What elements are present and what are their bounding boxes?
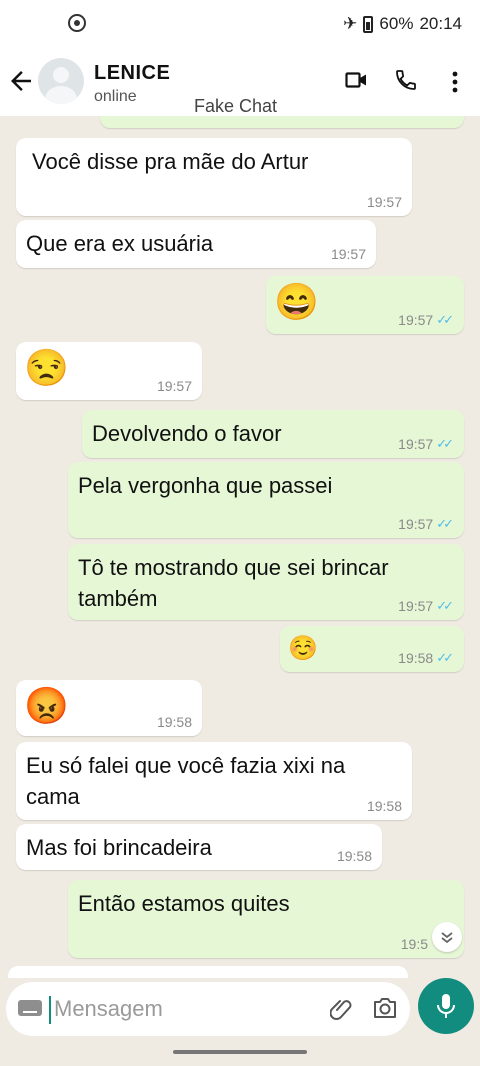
message-input[interactable] (54, 994, 314, 1024)
contact-status: online (94, 88, 137, 105)
message-text: Tô te mostrando que sei brincar também (78, 555, 389, 611)
composer-bar (0, 978, 480, 1066)
message-bubble-outgoing[interactable]: ☺️ 19:58 ✓✓ (280, 626, 464, 672)
message-bubble-outgoing[interactable]: Pela vergonha que passei 19:57 ✓✓ (68, 462, 464, 538)
read-ticks-icon: ✓✓ (436, 516, 454, 531)
message-text: Eu só falei que você fazia xixi na cama (26, 753, 346, 809)
message-bubble-incoming[interactable]: Eu só falei que você fazia xixi na cama … (16, 742, 412, 820)
battery-icon (363, 15, 374, 33)
message-time: 19:57 ✓✓ (398, 436, 454, 452)
message-emoji: 😡 (24, 685, 69, 726)
text-caret (49, 996, 51, 1024)
airplane-mode-icon: ✈ (343, 14, 358, 33)
message-text: Devolvendo o favor (92, 421, 282, 446)
message-text: Você disse pra mãe do Artur (32, 149, 309, 174)
message-time: 19:57 (156, 378, 192, 394)
keyboard-icon[interactable] (18, 1000, 42, 1016)
chat-header: LENICE online Fake Chat (0, 50, 480, 116)
message-time: 19:58 ✓✓ (398, 650, 454, 666)
attach-icon[interactable] (330, 996, 354, 1022)
message-time: 19:58 (156, 714, 192, 730)
avatar[interactable] (38, 58, 84, 104)
chat-area[interactable]: Você disse pra mãe do Artur 19:57 Que er… (0, 116, 480, 978)
message-bubble-incoming[interactable]: 😡 19:58 (16, 680, 202, 736)
message-bubble-outgoing[interactable]: Devolvendo o favor 19:57 ✓✓ (82, 410, 464, 458)
message-bubble-incoming[interactable]: Que era ex usuária 19:57 (16, 220, 376, 268)
phone-icon[interactable] (394, 68, 418, 92)
message-emoji: 😒 (24, 347, 69, 388)
message-bubble-outgoing[interactable]: Então estamos quites 19:5 (68, 880, 464, 958)
chevron-down-icon (441, 932, 453, 944)
message-time: 19:57 ✓✓ (398, 312, 454, 328)
message-bubble-outgoing[interactable]: Tô te mostrando que sei brincar também 1… (68, 544, 464, 620)
message-text: Que era ex usuária (26, 231, 214, 256)
message-bubble-incoming[interactable]: 😒 19:57 (16, 342, 202, 400)
read-ticks-icon: ✓✓ (436, 650, 454, 665)
message-emoji: ☺️ (288, 635, 318, 662)
message-bubble-incoming[interactable]: Mas foi brincadeira 19:58 (16, 824, 382, 870)
message-bubble-partial[interactable] (100, 116, 464, 128)
message-time: 19:58 (336, 848, 372, 864)
message-time: 19:57 (366, 194, 402, 210)
message-time: 19:5 (400, 936, 428, 952)
message-bubble-partial[interactable] (8, 966, 408, 978)
message-emoji: 😄 (274, 281, 319, 322)
home-indicator[interactable] (173, 1050, 307, 1054)
video-call-icon[interactable] (345, 72, 367, 88)
watermark: Fake Chat (194, 96, 278, 116)
camera-icon[interactable] (372, 997, 398, 1019)
message-time: 19:57 (330, 246, 366, 262)
message-text: Então estamos quites (78, 891, 290, 916)
screen-record-icon (68, 14, 86, 32)
read-ticks-icon: ✓✓ (436, 598, 454, 613)
read-ticks-icon: ✓✓ (436, 436, 454, 451)
more-vert-icon[interactable] (446, 70, 464, 94)
clock: 20:14 (419, 14, 462, 33)
status-bar: ✈ 60% 20:14 (0, 0, 480, 50)
message-time: 19:57 ✓✓ (398, 598, 454, 614)
composer-pill (6, 982, 410, 1036)
mic-icon (437, 994, 455, 1018)
contact-name[interactable]: LENICE (94, 62, 170, 85)
status-right: ✈ 60% 20:14 (343, 14, 462, 34)
message-bubble-incoming[interactable]: Você disse pra mãe do Artur 19:57 (16, 138, 412, 216)
message-bubble-outgoing[interactable]: 😄 19:57 ✓✓ (266, 276, 464, 334)
back-arrow-icon[interactable] (6, 66, 36, 96)
read-ticks-icon: ✓✓ (436, 312, 454, 327)
message-time: 19:57 ✓✓ (398, 516, 454, 532)
scroll-down-button[interactable] (432, 922, 462, 952)
message-text: Mas foi brincadeira (26, 835, 212, 860)
message-time: 19:58 (366, 798, 402, 814)
battery-percent: 60% (379, 14, 414, 33)
message-text: Pela vergonha que passei (78, 473, 333, 498)
mic-button[interactable] (418, 978, 474, 1034)
